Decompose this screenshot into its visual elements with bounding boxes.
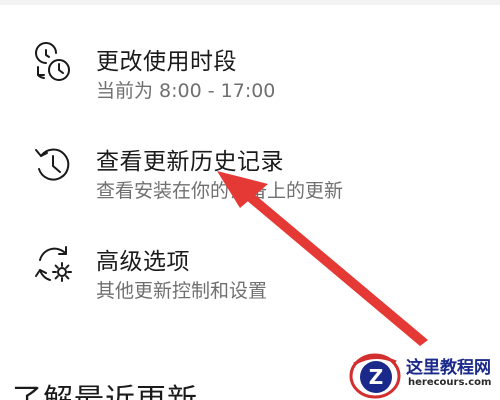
option-subtitle: 当前为 8:00 - 17:00 (96, 80, 276, 102)
option-title: 更改使用时段 (96, 49, 237, 75)
watermark-site-name: 这里教程网 (406, 358, 491, 378)
option-subtitle: 查看安装在你的设备上的更新 (96, 180, 344, 202)
top-divider (0, 0, 500, 5)
option-advanced-options[interactable]: 高级选项 其他更新控制和设置 (0, 236, 420, 306)
option-title: 高级选项 (96, 249, 190, 275)
sync-settings-icon (32, 242, 78, 288)
watermark: Z 这里教程网 herecours.com (346, 350, 500, 400)
clock-schedule-icon (32, 42, 78, 88)
option-subtitle: 其他更新控制和设置 (96, 280, 268, 302)
watermark-site-url: herecours.com (408, 377, 492, 388)
section-heading-recent-updates: 了解最近更新 (12, 375, 198, 400)
option-title: 查看更新历史记录 (96, 149, 284, 175)
watermark-logo-icon: Z (349, 353, 401, 399)
option-view-update-history[interactable]: 查看更新历史记录 查看安装在你的设备上的更新 (0, 136, 420, 206)
history-icon (32, 142, 78, 188)
watermark-logo-letter: Z (369, 365, 384, 389)
option-change-active-hours[interactable]: 更改使用时段 当前为 8:00 - 17:00 (0, 36, 420, 106)
update-settings-page: 更改使用时段 当前为 8:00 - 17:00 查看更新历史记录 查看安装在你的… (0, 0, 500, 400)
